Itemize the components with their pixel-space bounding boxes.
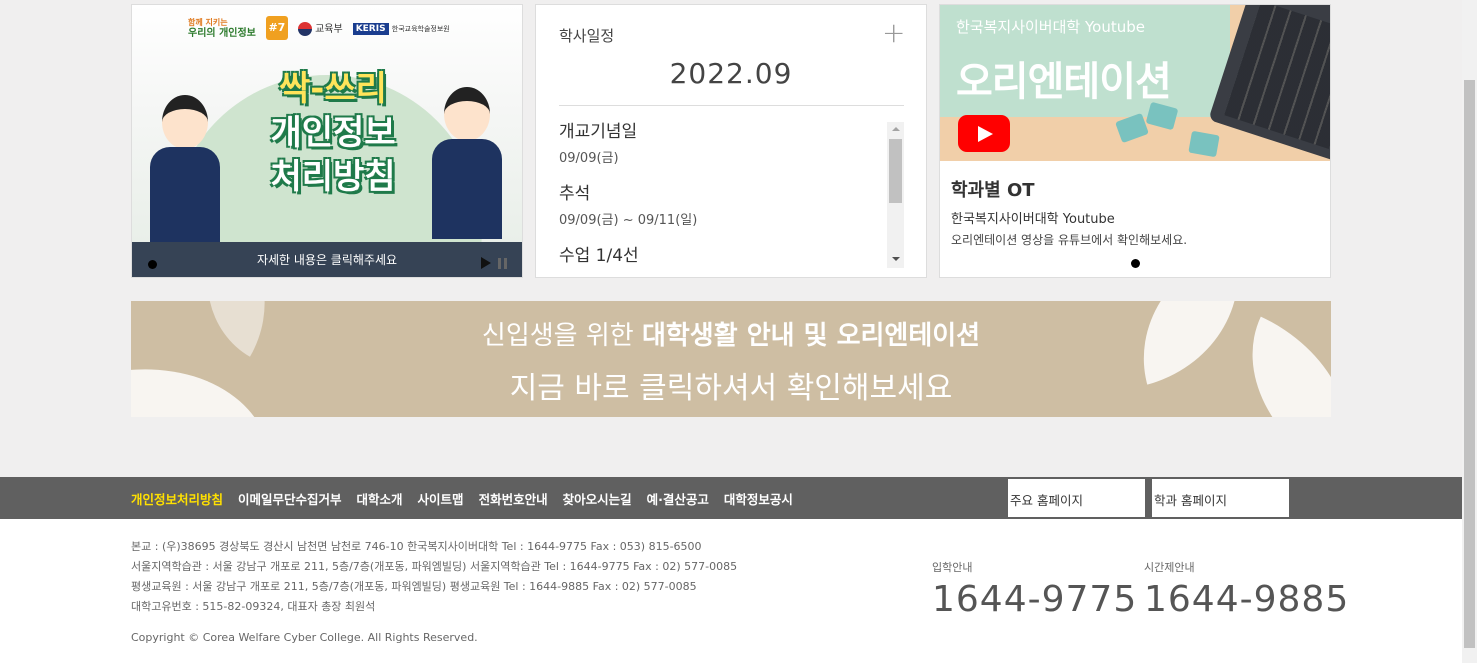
- schedule-list: 개교기념일 09/09(금) 추석 09/09(금) ~ 09/11(일) 수업…: [559, 121, 889, 273]
- schedule-item[interactable]: 개교기념일 09/09(금): [559, 121, 889, 183]
- keris-logo: KERIS 한국교육학술정보원: [352, 22, 450, 35]
- play-icon[interactable]: [481, 257, 491, 269]
- department-homepage-select[interactable]: 학과 홈페이지: [1151, 478, 1290, 518]
- event-name: 추석: [559, 184, 591, 204]
- schedule-title: 학사일정: [559, 27, 615, 45]
- footer-link-about[interactable]: 대학소개: [357, 489, 403, 508]
- orientation-banner[interactable]: 신입생을 위한 대학생활 안내 및 오리엔테이션 지금 바로 클릭하셔서 확인해…: [131, 301, 1331, 417]
- student-illustration-left: [150, 95, 220, 247]
- thumbnail-title: 오리엔테이션: [956, 59, 1172, 105]
- schedule-scrollbar[interactable]: [887, 122, 904, 268]
- event-name: 개교기념일: [559, 122, 638, 142]
- footer-link-directions[interactable]: 찾아오시는길: [563, 489, 632, 508]
- footer-link-email-refusal[interactable]: 이메일무단수집거부: [238, 489, 342, 508]
- video-channel: 한국복지사이버대학 Youtube: [951, 212, 1115, 227]
- student-illustration-right: [432, 87, 502, 239]
- ministry-logo: 교육부: [297, 20, 343, 36]
- plus-icon[interactable]: +: [882, 19, 905, 47]
- footer-link-sitemap[interactable]: 사이트맵: [418, 489, 464, 508]
- divider: [559, 105, 904, 106]
- binder-clip: [1188, 130, 1220, 158]
- logo-row: 함께 지키는 우리의 개인정보 #7 교육부 KERIS 한국교육학술정보원: [188, 13, 450, 43]
- footer: 본교 : (우)38695 경상북도 경산시 남천면 남천로 746-10 한국…: [0, 519, 1462, 663]
- scroll-up-icon[interactable]: [892, 127, 900, 131]
- campaign-badge: #7: [265, 16, 288, 40]
- admission-phone: 입학안내 1644-9775: [932, 561, 1138, 620]
- banner-headline: 신입생을 위한 대학생활 안내 및 오리엔테이션: [481, 321, 981, 351]
- slide-indicator[interactable]: [148, 260, 157, 269]
- footer-link-disclosure[interactable]: 대학정보공시: [724, 489, 793, 508]
- video-description: 오리엔테이션 영상을 유튜브에서 확인해보세요.: [951, 233, 1188, 247]
- privacy-policy-card[interactable]: 함께 지키는 우리의 개인정보 #7 교육부 KERIS 한국교육학술정보원 싹…: [131, 4, 523, 278]
- footer-nav: 개인정보처리방침 이메일무단수집거부 대학소개 사이트맵 전화번호안내 찾아오시…: [0, 477, 1462, 519]
- banner-subline: 지금 바로 클릭하셔서 확인해보세요: [509, 371, 953, 406]
- youtube-play-icon[interactable]: [958, 115, 1010, 152]
- main-homepage-select[interactable]: 주요 홈페이지: [1007, 478, 1146, 518]
- page-scrollbar[interactable]: [1462, 0, 1477, 663]
- parttime-phone: 시간제안내 1644-9885: [1144, 561, 1350, 620]
- event-date: 09/09(금) ~ 09/11(일): [559, 213, 698, 228]
- event-name: 수업 1/4선: [559, 246, 639, 266]
- copyright: Copyright © Corea Welfare Cyber College.…: [131, 631, 478, 644]
- footer-link-budget[interactable]: 예·결산공고: [647, 489, 709, 508]
- footer-link-privacy[interactable]: 개인정보처리방침: [131, 489, 223, 508]
- schedule-item[interactable]: 추석 09/09(금) ~ 09/11(일): [559, 183, 889, 245]
- footer-links: 개인정보처리방침 이메일무단수집거부 대학소개 사이트맵 전화번호안내 찾아오시…: [131, 477, 793, 519]
- slide-indicator[interactable]: [1131, 259, 1140, 268]
- card-caption: 자세한 내용은 클릭해주세요: [132, 242, 522, 277]
- thumbnail-channel: 한국복지사이버대학 Youtube: [956, 18, 1145, 36]
- youtube-card[interactable]: 한국복지사이버대학 Youtube 오리엔테이션 학과별 OT 한국복지사이버대…: [939, 4, 1331, 278]
- schedule-item[interactable]: 수업 1/4선: [559, 245, 889, 273]
- pause-icon[interactable]: [498, 258, 507, 269]
- academic-schedule-card: 학사일정 + 2022.09 개교기념일 09/09(금) 추석 09/09(금…: [535, 4, 927, 278]
- footer-link-phone[interactable]: 전화번호안내: [479, 489, 548, 508]
- video-thumbnail[interactable]: 한국복지사이버대학 Youtube 오리엔테이션: [940, 5, 1330, 161]
- schedule-month: 2022.09: [669, 57, 793, 90]
- binder-clip: [1115, 112, 1149, 144]
- privacy-headline: 싹-쓰리 개인정보 처리방침: [270, 69, 396, 197]
- page-scrollbar-thumb[interactable]: [1464, 80, 1475, 648]
- footer-address: 본교 : (우)38695 경상북도 경산시 남천면 남천로 746-10 한국…: [131, 540, 738, 613]
- campaign-logo: 함께 지키는 우리의 개인정보: [188, 18, 256, 39]
- event-date: 09/09(금): [559, 151, 619, 166]
- video-title: 학과별 OT: [951, 180, 1035, 201]
- scroll-down-icon[interactable]: [892, 257, 900, 261]
- scrollbar-thumb[interactable]: [889, 139, 902, 203]
